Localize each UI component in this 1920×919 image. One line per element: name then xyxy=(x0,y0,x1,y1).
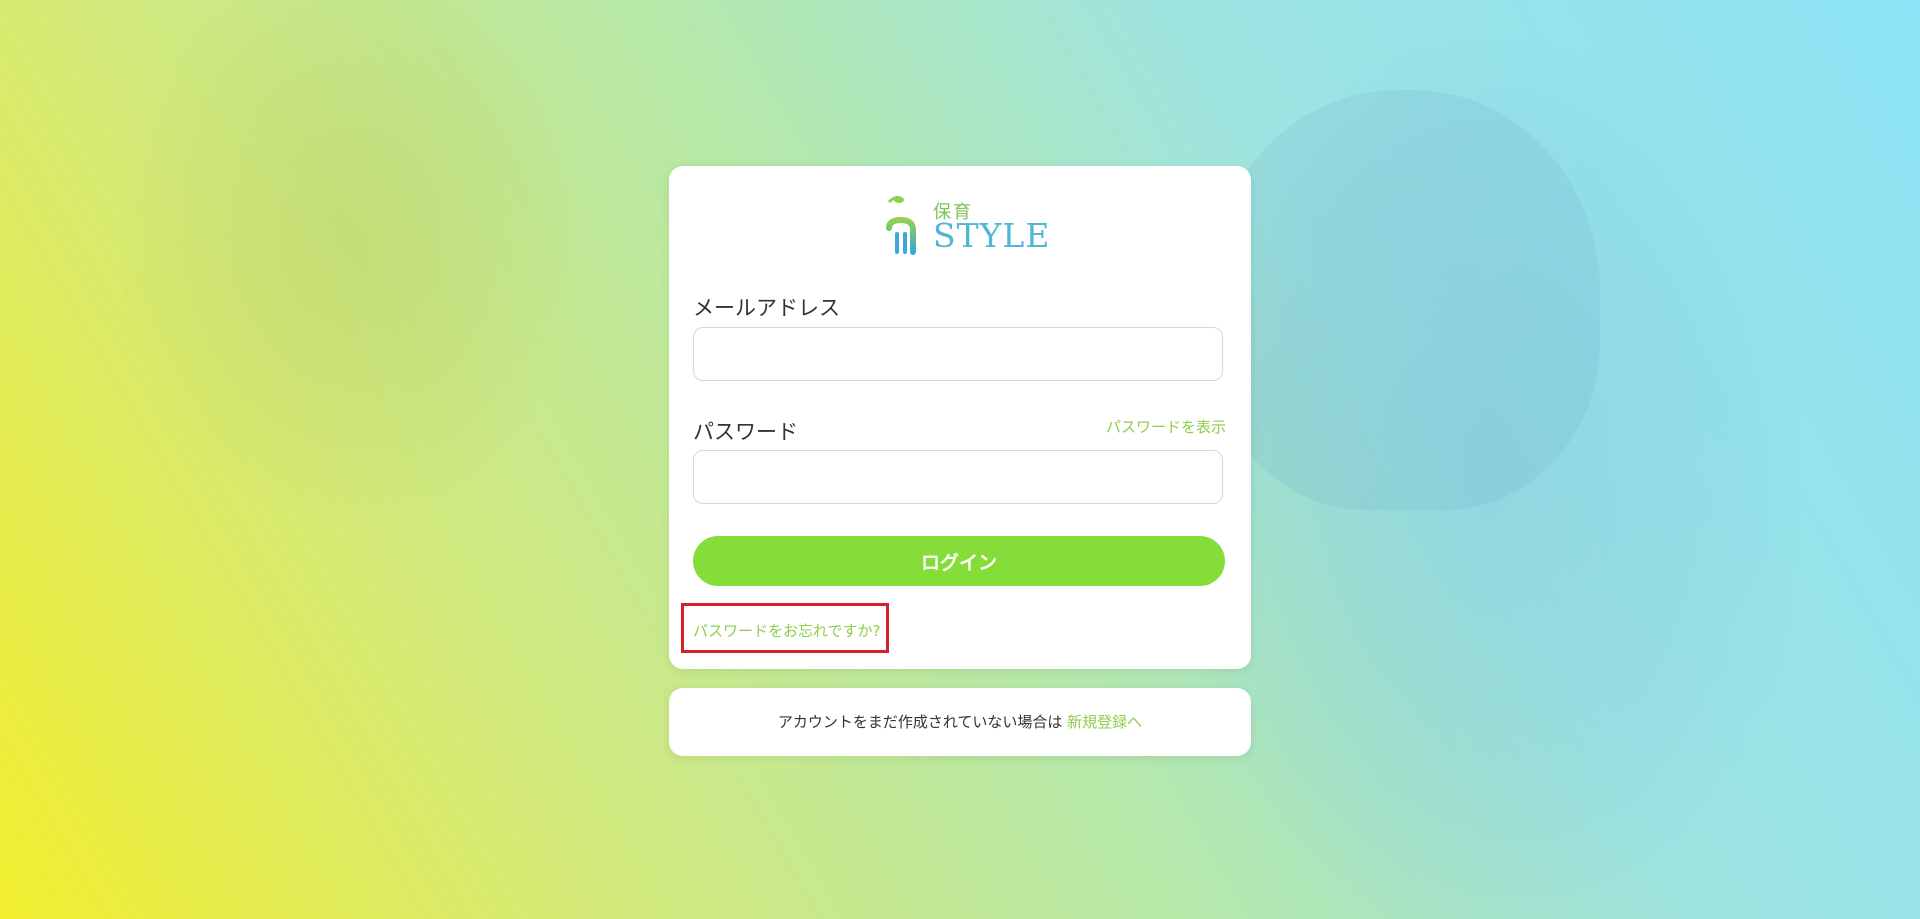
login-button[interactable]: ログイン xyxy=(693,536,1225,586)
password-field[interactable] xyxy=(693,450,1223,504)
login-card: 保育 STYLE メールアドレス パスワード パスワードを表示 ログイン パスワ… xyxy=(669,166,1251,669)
logo-h-icon xyxy=(886,195,916,255)
email-field[interactable] xyxy=(693,327,1223,381)
forgot-password-link[interactable]: パスワードをお忘れですか? xyxy=(693,620,881,641)
logo-style-text: STYLE xyxy=(933,216,1051,255)
background-photo-detail xyxy=(1210,90,1600,510)
signup-card: アカウントをまだ作成されていない場合は 新規登録へ xyxy=(669,688,1251,756)
signup-link[interactable]: 新規登録へ xyxy=(1067,713,1142,731)
show-password-link[interactable]: パスワードを表示 xyxy=(1106,416,1226,437)
background-photo-left xyxy=(120,0,580,520)
signup-prompt-text: アカウントをまだ作成されていない場合は xyxy=(777,713,1063,731)
email-label: メールアドレス xyxy=(693,296,840,320)
hoiku-style-logo: 保育 STYLE xyxy=(877,194,1051,258)
password-label: パスワード xyxy=(693,420,798,444)
